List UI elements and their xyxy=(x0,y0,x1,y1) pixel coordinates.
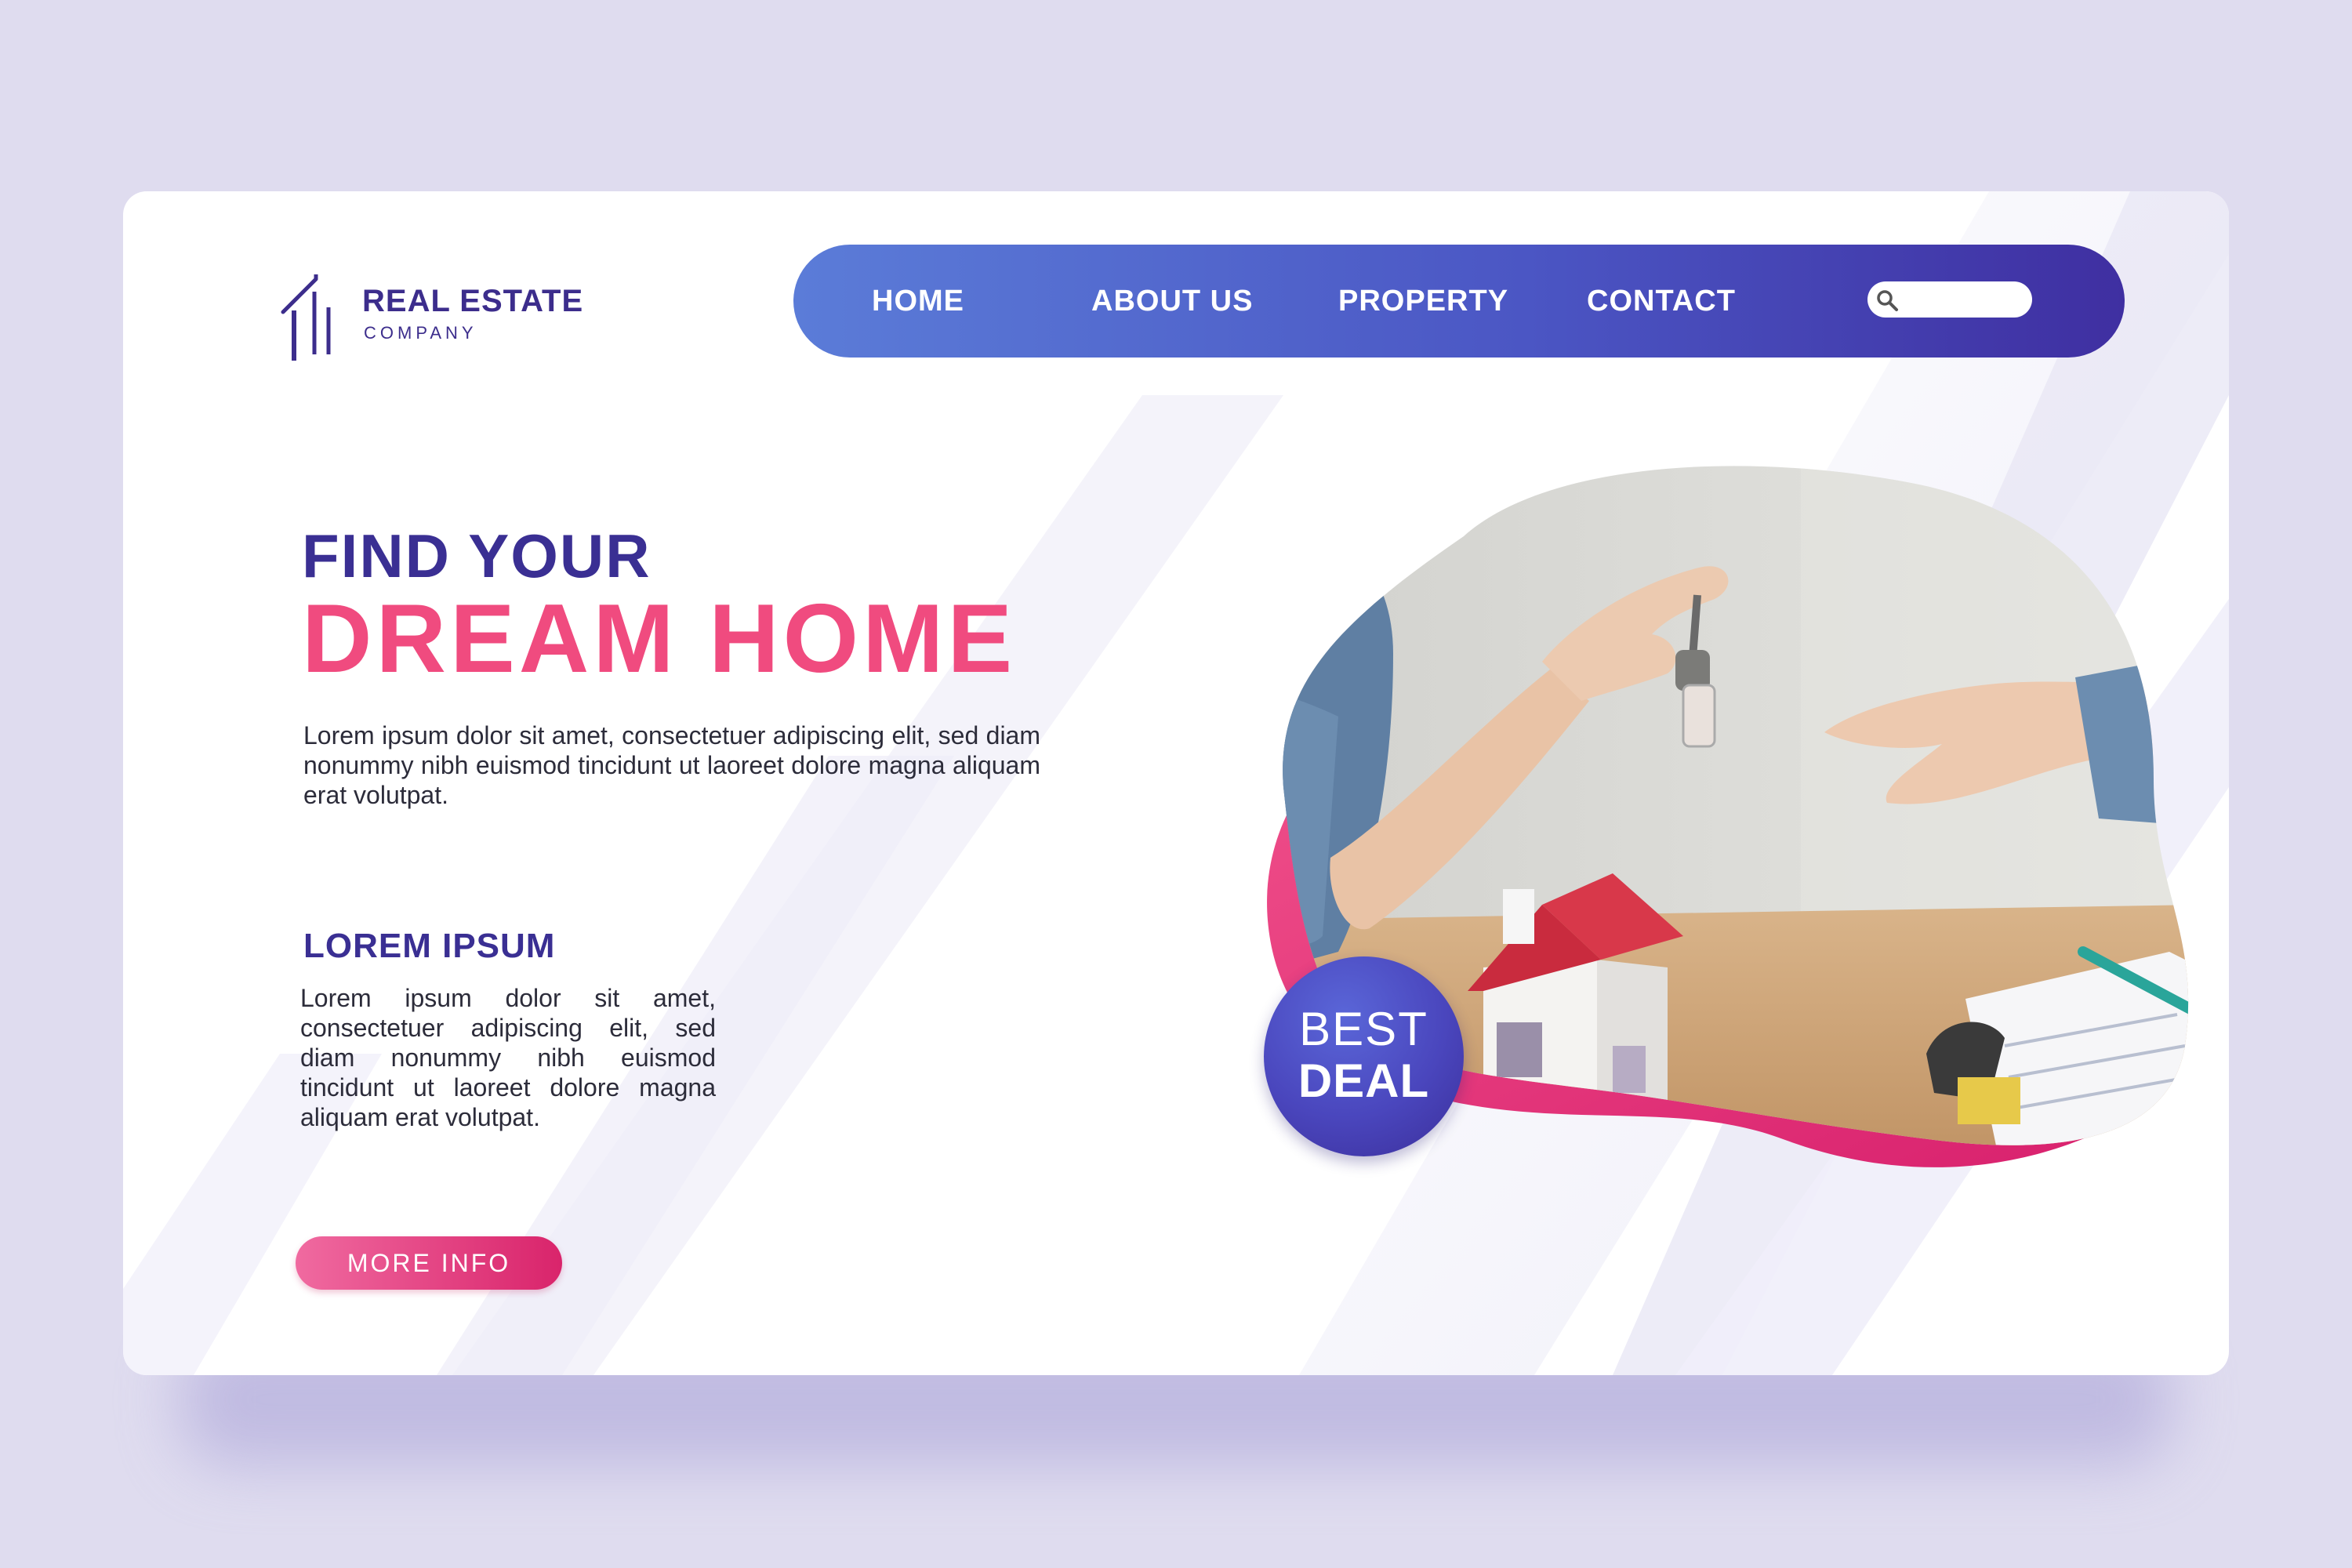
section-text: Lorem ipsum dolor sit amet, consectetuer… xyxy=(300,984,716,1131)
best-deal-badge: BEST DEAL xyxy=(1264,956,1464,1156)
house-lines-icon xyxy=(281,274,331,361)
nav-home[interactable]: HOME xyxy=(872,245,964,358)
landing-card: REAL ESTATE COMPANY HOME ABOUT US PROPER… xyxy=(123,191,2229,1375)
search-icon xyxy=(1877,290,1898,311)
badge-top-text: BEST xyxy=(1299,1003,1428,1055)
company-logo[interactable]: REAL ESTATE COMPANY xyxy=(280,268,609,362)
logo-subtitle: COMPANY xyxy=(364,323,477,343)
search-box[interactable] xyxy=(1867,281,2032,318)
hero-description: Lorem ipsum dolor sit amet, consectetuer… xyxy=(303,721,1040,809)
search-input[interactable] xyxy=(1902,286,2023,314)
nav-contact[interactable]: CONTACT xyxy=(1587,245,1736,358)
nav-property[interactable]: PROPERTY xyxy=(1338,245,1508,358)
nav-about-us[interactable]: ABOUT US xyxy=(1091,245,1253,358)
more-info-button[interactable]: MORE INFO xyxy=(296,1236,562,1290)
main-navigation: HOME ABOUT US PROPERTY CONTACT xyxy=(793,245,2125,358)
hero-heading-line1: FIND YOUR xyxy=(302,521,652,590)
section-title: LOREM IPSUM xyxy=(303,927,556,965)
hero-heading-line2: DREAM HOME xyxy=(302,585,1017,693)
logo-title: REAL ESTATE xyxy=(362,284,584,318)
badge-bottom-text: DEAL xyxy=(1298,1054,1430,1107)
